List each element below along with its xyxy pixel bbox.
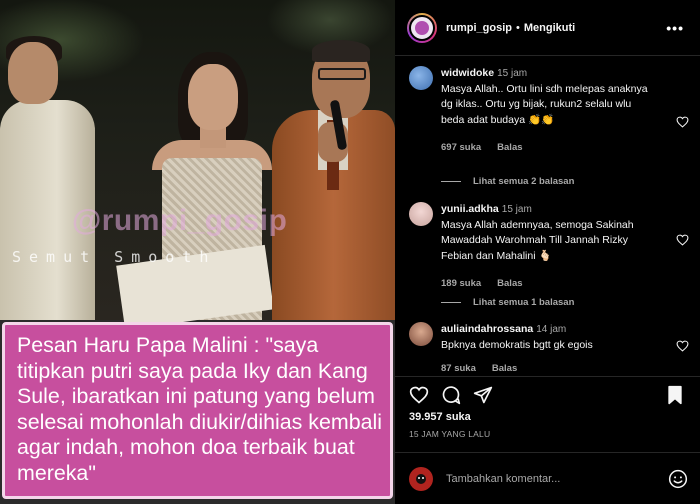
comment-text: Masya Allah.. Ortu lini sdh melepas anak… xyxy=(441,82,648,126)
comment-likes[interactable]: 189 suka xyxy=(441,278,481,289)
post-photo: @rumpi_gosip Semut Smooth xyxy=(0,0,395,331)
comment-username[interactable]: yunii.adkha xyxy=(441,203,499,215)
comment-icon[interactable] xyxy=(441,385,461,405)
heart-icon[interactable] xyxy=(676,340,689,352)
posted-time: 15 JAM YANG LALU xyxy=(409,429,491,439)
caption-box: Pesan Haru Papa Malini : "saya titipkan … xyxy=(2,322,393,499)
header-username[interactable]: rumpi_gosip xyxy=(446,22,512,34)
comment-likes[interactable]: 87 suka xyxy=(441,363,476,374)
reply-button[interactable]: Balas xyxy=(497,278,522,289)
send-icon[interactable] xyxy=(473,385,493,405)
watermark-sub: Semut Smooth xyxy=(12,248,217,266)
avatar[interactable] xyxy=(409,202,433,226)
avatar[interactable] xyxy=(407,12,437,43)
caption-text: Pesan Haru Papa Malini : "saya titipkan … xyxy=(17,333,383,485)
heart-icon[interactable] xyxy=(676,234,689,246)
comment-likes[interactable]: 697 suka xyxy=(441,142,481,153)
view-replies-button[interactable]: Lihat semua 2 balasan xyxy=(441,176,574,187)
follow-status-button[interactable]: Mengikuti xyxy=(524,22,575,34)
post-side-panel: rumpi_gosip • Mengikuti ••• widwidoke 15 … xyxy=(395,0,700,504)
bookmark-icon[interactable] xyxy=(665,385,685,405)
comment-username[interactable]: widwidoke xyxy=(441,67,494,79)
watermark-handle: @rumpi_gosip xyxy=(72,204,288,237)
comment-text: Masya Allah ademnyaa, semoga Sakinah Maw… xyxy=(441,218,634,262)
likes-count[interactable]: 39.957 suka xyxy=(409,411,471,423)
smiley-icon[interactable] xyxy=(668,469,688,489)
heart-icon[interactable] xyxy=(409,385,429,405)
profile-emblem-icon xyxy=(416,473,426,484)
comment-time: 15 jam xyxy=(501,204,532,215)
header-separator: • xyxy=(516,21,520,34)
heart-icon[interactable] xyxy=(676,116,689,128)
reply-button[interactable]: Balas xyxy=(492,363,517,374)
comment-input[interactable] xyxy=(446,472,646,485)
add-comment-bar xyxy=(395,452,700,504)
comment-text: Bpknya demokratis bgtt gk egois xyxy=(441,338,593,351)
reply-button[interactable]: Balas xyxy=(497,142,522,153)
post-media[interactable]: @rumpi_gosip Semut Smooth Pesan Haru Pap… xyxy=(0,0,395,504)
avatar[interactable] xyxy=(409,322,433,346)
comment-time: 15 jam xyxy=(497,68,528,79)
avatar[interactable] xyxy=(409,66,433,90)
comment-username[interactable]: auliaindahrossana xyxy=(441,323,533,335)
comments-list: widwidoke 15 jam Masya Allah.. Ortu lini … xyxy=(395,56,700,376)
post-header: rumpi_gosip • Mengikuti ••• xyxy=(395,0,700,56)
comment-time: 14 jam xyxy=(536,324,567,335)
avatar xyxy=(409,466,433,491)
post-actions: 39.957 suka 15 JAM YANG LALU xyxy=(395,376,700,448)
more-horizontal-icon[interactable]: ••• xyxy=(666,20,684,36)
view-replies-button[interactable]: Lihat semua 1 balasan xyxy=(441,297,574,308)
